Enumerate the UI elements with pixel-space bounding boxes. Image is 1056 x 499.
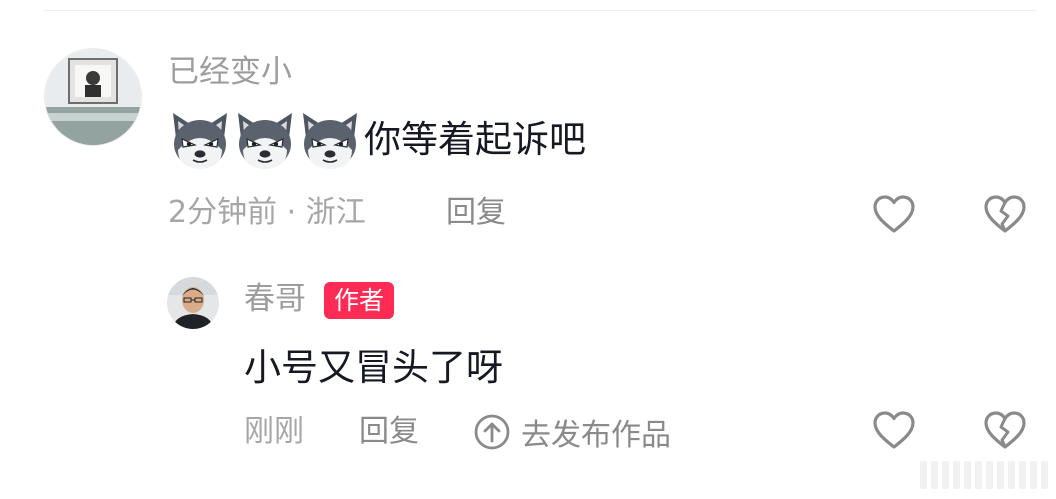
like-button[interactable] — [871, 409, 917, 451]
go-post-work-button[interactable]: 去发布作品 — [473, 410, 671, 454]
comment-time-location: 2分钟前 · 浙江 — [168, 195, 366, 230]
top-divider — [44, 10, 1036, 11]
comment-content: 你等着起诉吧 — [168, 108, 586, 172]
reply-time: 刚刚 — [244, 414, 304, 449]
dislike-button[interactable] — [982, 193, 1028, 235]
heart-outline-icon — [873, 195, 915, 233]
up-arrow-circle-icon — [474, 414, 510, 450]
broken-heart-icon — [984, 195, 1026, 233]
reply-button[interactable]: 回复 — [359, 412, 419, 452]
like-button[interactable] — [871, 193, 917, 235]
author-badge: 作者 — [324, 282, 395, 319]
reply-button[interactable]: 回复 — [446, 193, 506, 233]
commenter-avatar[interactable] — [44, 48, 142, 146]
reply-comment-text: 小号又冒头了呀 — [244, 346, 503, 389]
husky-dog-emoji-icon — [173, 113, 227, 169]
go-post-work-label: 去发布作品 — [521, 418, 671, 453]
husky-dog-emoji-icon — [303, 113, 357, 169]
comment-text: 你等着起诉吧 — [364, 118, 586, 161]
dislike-button[interactable] — [982, 409, 1028, 451]
author-avatar[interactable] — [167, 277, 219, 329]
broken-heart-icon — [984, 411, 1026, 449]
husky-dog-emoji-icon — [238, 113, 292, 169]
commenter-username[interactable]: 已经变小 — [168, 52, 292, 92]
watermark-bars — [920, 461, 1048, 489]
heart-outline-icon — [873, 411, 915, 449]
author-username[interactable]: 春哥 — [244, 279, 306, 319]
